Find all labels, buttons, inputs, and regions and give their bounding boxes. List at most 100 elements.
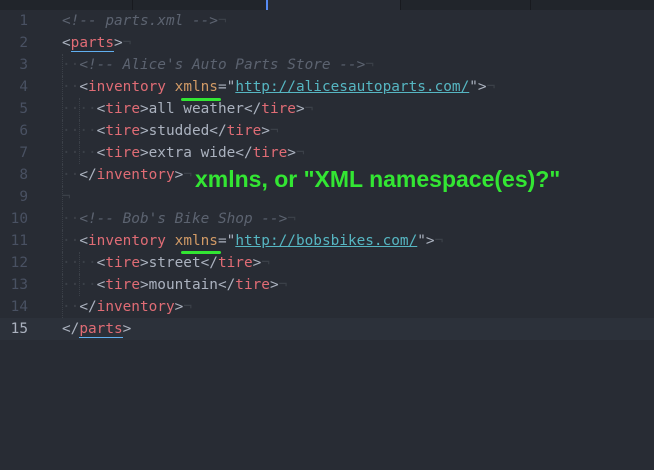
code-line[interactable]: 6 ····<tire>studded</tire>¬ <box>0 120 654 142</box>
code-punctuation: "> <box>469 79 487 95</box>
code-tag: tire <box>235 277 270 293</box>
code-tag: tire <box>226 123 262 139</box>
line-number: 13 <box>10 277 28 293</box>
code-line[interactable]: 15 </parts> <box>0 318 654 340</box>
code-text: ··</inventory>¬ <box>62 164 192 186</box>
whitespace-marker: ¬ <box>295 145 305 161</box>
code-punctuation: >extra wide</ <box>139 145 253 161</box>
whitespace-marker: ¬ <box>287 211 296 227</box>
editor-tab[interactable] <box>0 0 133 10</box>
whitespace-marker: ¬ <box>486 79 496 95</box>
code-punctuation <box>166 79 175 95</box>
whitespace-marker: ¬ <box>261 255 270 271</box>
code-punctuation: =" <box>217 79 236 95</box>
line-number: 8 <box>19 167 28 183</box>
whitespace-marker: ¬ <box>183 167 192 183</box>
code-tag: inventory <box>88 233 166 249</box>
code-line[interactable]: 7 ····<tire>extra wide</tire>¬ <box>0 142 654 164</box>
code-punctuation: < <box>79 79 88 95</box>
code-tag: parts <box>79 321 123 338</box>
code-tag: tire <box>261 101 296 117</box>
whitespace-marker: ·· <box>62 167 80 183</box>
code-tag: tire <box>105 255 140 271</box>
whitespace-marker: ¬ <box>217 13 227 29</box>
editor-tab-active[interactable] <box>266 0 401 10</box>
whitespace-marker: ···· <box>62 145 97 161</box>
line-number: 14 <box>10 299 28 315</box>
whitespace-marker: ·· <box>62 299 80 315</box>
editor-tab[interactable] <box>530 0 654 10</box>
code-text: </parts> <box>62 318 131 340</box>
code-punctuation: > <box>174 167 184 183</box>
line-number: 6 <box>19 123 28 139</box>
annotation-underline <box>181 98 221 101</box>
code-attribute: xmlns <box>174 233 218 249</box>
code-line[interactable]: 12 ····<tire>street</tire>¬ <box>0 252 654 274</box>
whitespace-marker: ¬ <box>434 233 444 249</box>
whitespace-marker: ·· <box>62 79 80 95</box>
code-line[interactable]: 14 ··</inventory>¬ <box>0 296 654 318</box>
whitespace-marker: ·· <box>62 233 80 249</box>
code-punctuation: > <box>174 299 184 315</box>
code-text: <parts>¬ <box>62 32 131 54</box>
code-text: ··<!-- Bob's Bike Shop -->¬ <box>62 208 296 230</box>
whitespace-marker: ¬ <box>269 123 279 139</box>
whitespace-marker: ···· <box>62 255 97 271</box>
code-punctuation: </ <box>62 321 80 337</box>
code-text: ····<tire>all weather</tire>¬ <box>62 98 313 120</box>
code-url[interactable]: http://alicesautoparts.com/ <box>235 79 469 95</box>
code-comment: <!-- Alice's Auto Parts Store --> <box>79 57 366 73</box>
line-number: 5 <box>19 101 28 117</box>
code-punctuation: >studded</ <box>139 123 227 139</box>
line-number: 9 <box>19 189 28 205</box>
line-number: 3 <box>19 57 28 73</box>
code-punctuation: > <box>252 255 262 271</box>
whitespace-marker: ·· <box>62 211 80 227</box>
whitespace-marker: ···· <box>62 101 97 117</box>
line-number: 15 <box>10 321 28 337</box>
code-tag: tire <box>105 145 140 161</box>
code-punctuation: < <box>79 233 88 249</box>
code-punctuation: > <box>122 321 132 337</box>
whitespace-marker: ¬ <box>62 189 71 205</box>
line-number: 11 <box>10 233 28 249</box>
whitespace-marker: ¬ <box>122 35 132 51</box>
code-line[interactable]: 1 <!-- parts.xml -->¬ <box>0 10 654 32</box>
code-comment: <!-- parts.xml --> <box>62 13 218 29</box>
code-tag: tire <box>105 123 140 139</box>
line-number: 12 <box>10 255 28 271</box>
editor-tab[interactable] <box>398 0 531 10</box>
code-line[interactable]: 3 ··<!-- Alice's Auto Parts Store -->¬ <box>0 54 654 76</box>
code-punctuation: >street</ <box>139 255 218 271</box>
code-attribute: xmlns <box>174 79 218 95</box>
whitespace-marker: ¬ <box>304 101 314 117</box>
code-punctuation: "> <box>417 233 435 249</box>
code-line[interactable]: 11 ··<inventory xmlns="http://bobsbikes.c… <box>0 230 654 252</box>
code-editor[interactable]: 1 <!-- parts.xml -->¬ 2 <parts>¬ 3 ··<!-- Ali… <box>0 10 654 470</box>
code-tag: parts <box>70 35 114 52</box>
code-line[interactable]: 5 ····<tire>all weather</tire>¬ <box>0 98 654 120</box>
code-punctuation: < <box>62 35 71 51</box>
line-number: 2 <box>19 35 28 51</box>
code-line[interactable]: 2 <parts>¬ <box>0 32 654 54</box>
code-text: ····<tire>studded</tire>¬ <box>62 120 279 142</box>
code-line[interactable]: 4 ··<inventory xmlns="http://alicesautopa… <box>0 76 654 98</box>
whitespace-marker: ·· <box>62 57 80 73</box>
editor-tab[interactable] <box>132 0 267 10</box>
line-number: 7 <box>19 145 28 161</box>
code-text: ··<!-- Alice's Auto Parts Store -->¬ <box>62 54 374 76</box>
code-url[interactable]: http://bobsbikes.com/ <box>235 233 417 249</box>
whitespace-marker: ···· <box>62 123 97 139</box>
code-punctuation: > <box>295 101 305 117</box>
code-punctuation: </ <box>79 299 97 315</box>
code-punctuation: > <box>269 277 279 293</box>
code-punctuation: > <box>261 123 270 139</box>
code-tag: inventory <box>88 79 166 95</box>
code-punctuation <box>166 233 175 249</box>
tab-bar <box>0 0 654 10</box>
code-line[interactable]: 13 ····<tire>mountain</tire>¬ <box>0 274 654 296</box>
code-text: ··<inventory xmlns="http://bobsbikes.com… <box>62 230 443 252</box>
annotation-text: xmlns, or "XML namespace(es)?" <box>195 166 561 192</box>
code-tag: tire <box>105 277 140 293</box>
code-line[interactable]: 10 ··<!-- Bob's Bike Shop -->¬ <box>0 208 654 230</box>
